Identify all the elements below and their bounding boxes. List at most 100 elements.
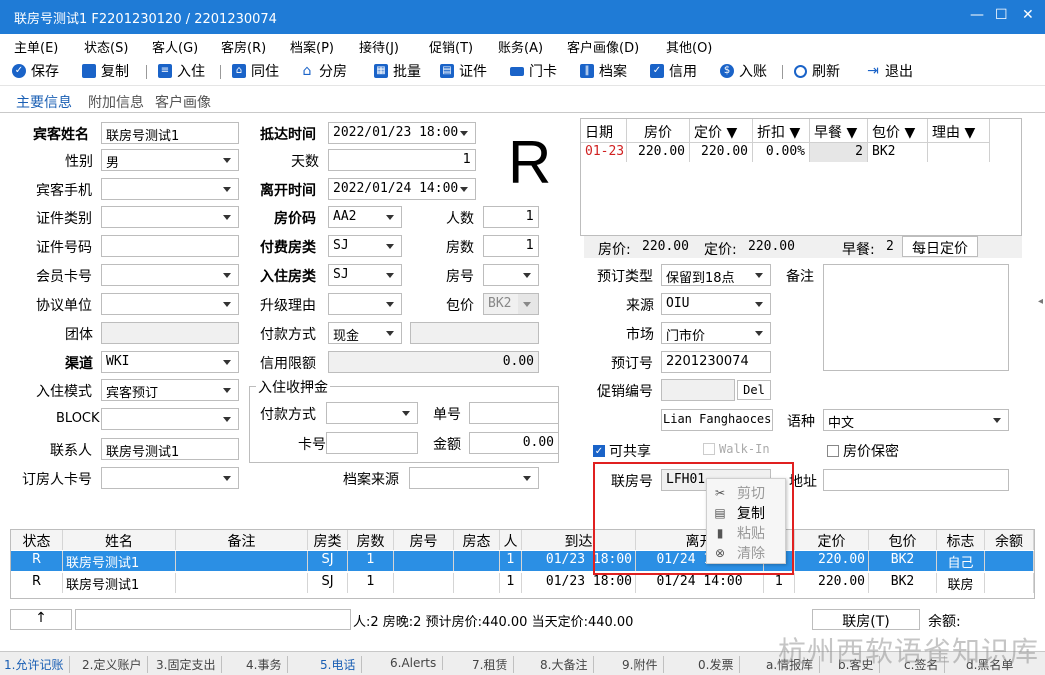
market-select[interactable]: 门市价 <box>661 322 771 344</box>
rate-grid-header-price[interactable]: 定价 ▼ <box>690 119 753 143</box>
bottom-tab-0[interactable]: 0.发票 <box>698 656 741 673</box>
save-button[interactable]: ✓ 保存 <box>12 61 59 81</box>
tab-main-info[interactable]: 主要信息 <box>16 92 72 112</box>
menu-profile[interactable]: 档案(P) <box>290 37 334 56</box>
departure-datetime[interactable]: 2022/01/24 14:00 <box>328 178 476 200</box>
minimize-button[interactable]: — <box>970 7 984 23</box>
language-select[interactable]: 中文 <box>823 409 1009 431</box>
bottom-tab-3[interactable]: 3.固定支出 <box>156 656 223 673</box>
deposit-bill-no-input[interactable] <box>469 402 559 424</box>
exit-button[interactable]: ⇥ 退出 <box>866 61 913 81</box>
rate-code-select[interactable]: AA2 <box>328 206 402 228</box>
deposit-pay-method-select[interactable] <box>326 402 418 424</box>
contact-input[interactable]: 联房号测试1 <box>101 438 239 460</box>
post-button[interactable]: $ 入账 <box>720 61 767 81</box>
col-persons[interactable]: 人 <box>500 530 522 550</box>
maximize-button[interactable]: ☐ <box>995 7 1008 23</box>
col-name[interactable]: 姓名 <box>63 530 176 550</box>
door-card-button[interactable]: 门卡 <box>510 61 557 81</box>
channel-select[interactable]: WKI <box>101 351 239 373</box>
table-row[interactable]: R 联房号测试1 SJ 1 1 01/23 18:00 01/24 14:00 … <box>11 551 1034 571</box>
rooms-input[interactable]: 1 <box>483 235 539 257</box>
id-card-button[interactable]: ▤ 证件 <box>440 61 487 81</box>
tab-additional-info[interactable]: 附加信息 <box>88 92 144 112</box>
bottom-tab-6[interactable]: 6.Alerts <box>390 656 444 670</box>
mobile-select[interactable] <box>101 178 239 200</box>
col-price[interactable]: 定价 <box>795 530 869 550</box>
menu-main[interactable]: 主单(E) <box>14 37 58 56</box>
rate-grid-header-discount[interactable]: 折扣 ▼ <box>753 119 810 143</box>
rate-grid-header-rate[interactable]: 房价 <box>627 119 690 143</box>
menu-room[interactable]: 客房(R) <box>221 37 266 56</box>
address-input[interactable] <box>823 469 1009 491</box>
rate-grid-header-reason[interactable]: 理由 ▼ <box>928 119 990 143</box>
tab-customer-portrait[interactable]: 客户画像 <box>155 92 211 112</box>
split-room-button[interactable]: ⌂ 分房 <box>300 61 347 81</box>
checkin-button[interactable]: ≡ 入住 <box>158 61 205 81</box>
arrival-datetime[interactable]: 2022/01/23 18:00 <box>328 122 476 144</box>
profile-source-select[interactable] <box>409 467 539 489</box>
booking-type-select[interactable]: 保留到18点 <box>661 264 771 286</box>
rate-grid-reason[interactable] <box>928 143 990 162</box>
status-input[interactable] <box>75 609 351 630</box>
cohabit-button[interactable]: ⌂ 同住 <box>232 61 279 81</box>
table-row[interactable]: R 联房号测试1 SJ 1 1 01/23 18:00 01/24 14:00 … <box>11 573 1034 593</box>
bottom-tab-8[interactable]: 8.大备注 <box>540 656 595 673</box>
menu-customer-portrait[interactable]: 客户画像(D) <box>567 37 639 56</box>
promo-del-button[interactable]: Del <box>737 380 771 400</box>
bottom-tab-7[interactable]: 7.租赁 <box>472 656 515 673</box>
id-no-input[interactable] <box>101 235 239 257</box>
source-select[interactable]: OIU <box>661 293 771 315</box>
shareable-checkbox[interactable]: ✓ 可共享 <box>593 441 651 461</box>
splitter-handle-icon[interactable]: ◂ <box>1038 296 1043 307</box>
room-no-select[interactable] <box>483 264 539 286</box>
link-room-button[interactable]: 联房(T) <box>812 609 920 630</box>
rate-grid-header-package[interactable]: 包价 ▼ <box>868 119 928 143</box>
menu-promotion[interactable]: 促销(T) <box>429 37 473 56</box>
batch-button[interactable]: ▦ 批量 <box>374 61 421 81</box>
col-remark[interactable]: 备注 <box>176 530 308 550</box>
menu-reception[interactable]: 接待(J) <box>359 37 399 56</box>
close-button[interactable]: ✕ <box>1022 7 1034 23</box>
col-room-type[interactable]: 房类 <box>308 530 348 550</box>
nights-input[interactable]: 1 <box>328 149 476 171</box>
bottom-tab-9[interactable]: 9.附件 <box>622 656 665 673</box>
bottom-tab-5[interactable]: 5.电话 <box>320 656 363 673</box>
block-select[interactable] <box>101 408 239 430</box>
col-room-state[interactable]: 房态 <box>454 530 500 550</box>
bottom-tab-2[interactable]: 2.定义账户 <box>82 656 149 673</box>
rate-grid-header-breakfast[interactable]: 早餐 ▼ <box>810 119 868 143</box>
rate-grid-package[interactable]: BK2 <box>868 143 928 162</box>
menu-status[interactable]: 状态(S) <box>84 37 128 56</box>
col-status[interactable]: 状态 <box>11 530 63 550</box>
col-balance[interactable]: 余额 <box>985 530 1034 550</box>
booking-no-input[interactable]: 2201230074 <box>661 351 771 373</box>
room-type-select[interactable]: SJ <box>328 264 402 286</box>
col-flag[interactable]: 标志 <box>937 530 985 550</box>
credit-button[interactable]: ✓ 信用 <box>650 61 697 81</box>
persons-input[interactable]: 1 <box>483 206 539 228</box>
booker-card-select[interactable] <box>101 467 239 489</box>
agreement-unit-select[interactable] <box>101 293 239 315</box>
salesperson-input[interactable]: Lian Fanghaoces <box>661 409 773 431</box>
member-card-select[interactable] <box>101 264 239 286</box>
menu-accounts[interactable]: 账务(A) <box>498 37 543 56</box>
menu-guest[interactable]: 客人(G) <box>152 37 198 56</box>
daily-price-button[interactable]: 每日定价 <box>902 236 978 257</box>
copy-button[interactable]: 复制 <box>82 61 129 81</box>
bottom-tab-1[interactable]: 1.允许记账 <box>4 656 71 673</box>
upgrade-reason-select[interactable] <box>328 293 402 315</box>
rate-grid-date[interactable]: 01-23 <box>581 143 627 162</box>
bottom-tab-4[interactable]: 4.事务 <box>246 656 289 673</box>
menu-other[interactable]: 其他(O) <box>666 37 712 56</box>
deposit-amount-input[interactable]: 0.00 <box>469 432 559 454</box>
id-type-select[interactable] <box>101 206 239 228</box>
col-package[interactable]: 包价 <box>869 530 937 550</box>
guest-name-input[interactable]: 联房号测试1 <box>101 122 239 144</box>
pay-method-select[interactable]: 现金 <box>328 322 402 344</box>
rate-grid-rate[interactable]: 220.00 <box>627 143 690 162</box>
profile-button[interactable]: ‖ 档案 <box>580 61 627 81</box>
gender-select[interactable]: 男 <box>101 149 239 171</box>
rate-grid-breakfast[interactable]: 2 <box>810 143 868 162</box>
up-button[interactable]: ↑ <box>10 609 72 630</box>
